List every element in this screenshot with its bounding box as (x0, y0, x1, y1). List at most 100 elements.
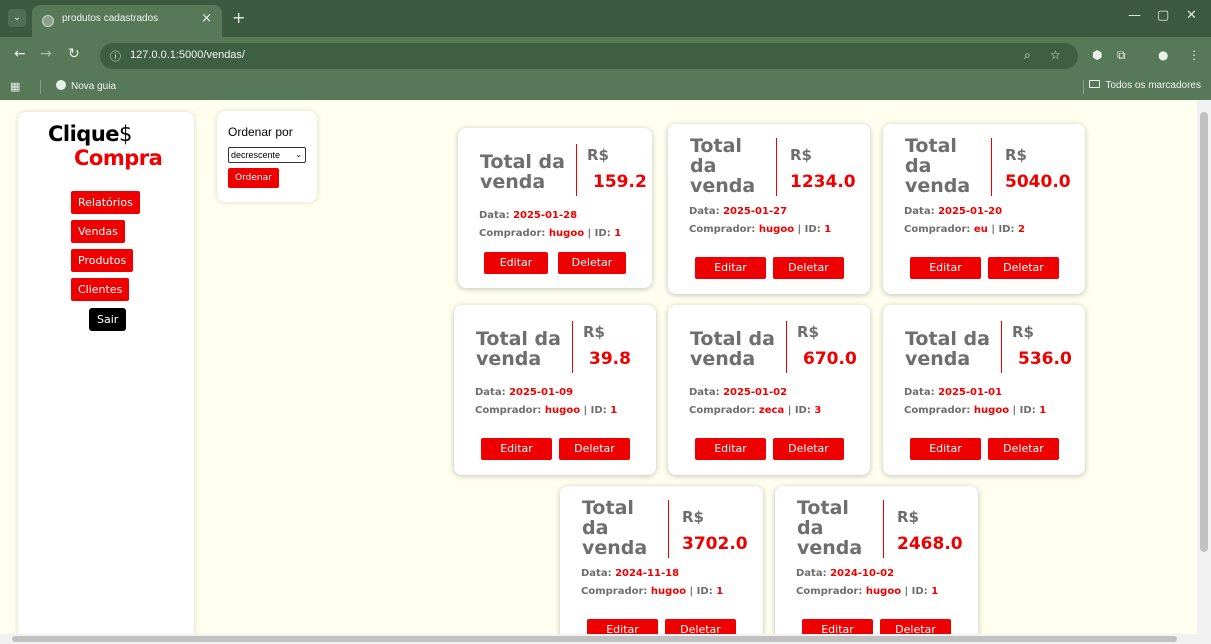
date-value: 2025-01-02 (723, 387, 788, 398)
sale-card-currency: R$ (587, 146, 609, 164)
browser-tabbar: ⌄ produtos cadastrados × + — ▢ ✕ (0, 0, 1211, 37)
forward-icon[interactable]: → (40, 46, 52, 62)
edit-sale-button[interactable]: Editar (910, 438, 981, 460)
menu-kebab-icon[interactable]: ⋮ (1188, 48, 1200, 62)
nav-produtos-button[interactable]: Produtos (71, 249, 134, 272)
sale-card-date: Data: 2025-01-27 (689, 206, 787, 217)
sale-card-value: 670.0 (803, 349, 857, 369)
sale-card-title: Total da venda (480, 151, 565, 193)
buyer-value: hugoo (758, 224, 795, 235)
sort-button[interactable]: Ordenar (228, 168, 279, 188)
extensions-puzzle-icon[interactable]: ⧉ (1117, 48, 1126, 63)
sale-card-title: Total da venda (690, 328, 775, 370)
logout-button[interactable]: Sair (89, 308, 127, 331)
horizontal-scroll-thumb[interactable] (12, 636, 1177, 642)
sale-card: Total da venda R$ 3702.0 Data: 2024-11-18 Co… (560, 486, 763, 634)
date-value: 2025-01-27 (723, 206, 788, 217)
close-window-icon[interactable]: ✕ (1186, 8, 1197, 23)
reload-icon[interactable]: ↻ (68, 46, 80, 62)
profile-avatar-icon[interactable]: ● (1158, 48, 1168, 62)
logo-line1: Clique$ (48, 122, 132, 146)
sale-card-value: 1234.0 (790, 172, 856, 192)
apps-grid-icon[interactable]: ▦ (10, 80, 20, 93)
delete-sale-button[interactable]: Deletar (773, 257, 844, 279)
sort-order-select[interactable]: decrescente ⌄ (228, 147, 306, 163)
sale-card-buyer: Comprador: hugoo | ID: 1 (796, 586, 938, 597)
sale-card-value: 536.0 (1018, 349, 1072, 369)
sale-card-currency: R$ (897, 508, 919, 526)
all-bookmarks[interactable]: Todos os marcadores (1089, 80, 1201, 91)
date-value: 2025-01-20 (938, 206, 1003, 217)
id-value: 1 (614, 228, 622, 239)
sale-card-buyer: Comprador: zeca | ID: 3 (689, 405, 821, 416)
sale-card-buyer: Comprador: hugoo | ID: 1 (475, 405, 617, 416)
tab-favicon-icon (42, 15, 54, 27)
id-label: | ID: (587, 228, 611, 239)
tab-search-icon[interactable]: ⌄ (8, 9, 26, 27)
minimize-icon[interactable]: — (1128, 8, 1141, 23)
id-value: 1 (716, 586, 724, 597)
sale-card: Total da venda R$ 2468.0 Data: 2024-10-02 Co… (775, 486, 978, 634)
browser-tab[interactable]: produtos cadastrados × (32, 5, 222, 37)
delete-sale-button[interactable]: Deletar (988, 438, 1059, 460)
buyer-label: Comprador: (689, 405, 756, 416)
vertical-scroll-thumb[interactable] (1200, 112, 1208, 552)
back-icon[interactable]: ← (14, 46, 26, 62)
sort-label: Ordenar por (228, 125, 293, 139)
sale-card-divider (776, 138, 777, 196)
sale-card-currency: R$ (583, 323, 605, 341)
delete-sale-button[interactable]: Deletar (880, 619, 951, 634)
nav-vendas-button[interactable]: Vendas (71, 220, 125, 243)
new-tab-icon[interactable]: + (232, 8, 245, 27)
bookmark-star-icon[interactable]: ☆ (1050, 48, 1061, 62)
site-info-icon[interactable]: ⓘ (110, 48, 121, 64)
sale-card-title: Total da venda (582, 497, 648, 559)
date-label: Data: (904, 206, 935, 217)
sale-card-date: Data: 2024-10-02 (796, 568, 894, 579)
edit-sale-button[interactable]: Editar (695, 257, 766, 279)
edit-sale-button[interactable]: Editar (484, 252, 548, 274)
id-label: | ID: (991, 224, 1015, 235)
address-bar[interactable]: ⓘ 127.0.0.1:5000/vendas/ ⌕ ☆ (100, 43, 1078, 69)
delete-sale-button[interactable]: Deletar (558, 252, 626, 274)
bookmark-item-label: Nova guia (71, 81, 117, 92)
tab-close-icon[interactable]: × (201, 11, 212, 26)
zoom-icon[interactable]: ⌕ (1024, 48, 1031, 63)
sale-card-title: Total da venda (690, 135, 756, 197)
sale-card-value: 39.8 (589, 349, 631, 369)
delete-sale-button[interactable]: Deletar (665, 619, 736, 634)
sort-panel: Ordenar por decrescente ⌄ Ordenar (217, 111, 317, 202)
folder-icon (1089, 80, 1101, 88)
id-label: | ID: (787, 405, 811, 416)
edit-sale-button[interactable]: Editar (910, 257, 981, 279)
edit-sale-button[interactable]: Editar (802, 619, 873, 634)
sale-card-currency: R$ (682, 508, 704, 526)
logo: Clique$ Compra (48, 122, 178, 172)
sale-card-divider (572, 321, 573, 373)
extension-icon[interactable]: ⬢ (1092, 48, 1102, 62)
date-value: 2025-01-01 (938, 387, 1003, 398)
id-value: 2 (1017, 224, 1025, 235)
delete-sale-button[interactable]: Deletar (773, 438, 844, 460)
buyer-label: Comprador: (479, 228, 546, 239)
sale-card: Total da venda R$ 1234.0 Data: 2025-01-27 Co… (668, 124, 870, 294)
edit-sale-button[interactable]: Editar (695, 438, 766, 460)
browser-toolbar: ← → ↻ ⓘ 127.0.0.1:5000/vendas/ ⌕ ☆ ⬢ ⧉ ●… (0, 37, 1211, 75)
sale-card-date: Data: 2025-01-20 (904, 206, 1002, 217)
horizontal-scrollbar[interactable] (0, 634, 1211, 644)
buyer-label: Comprador: (581, 586, 648, 597)
restore-icon[interactable]: ▢ (1157, 8, 1169, 23)
vertical-scrollbar[interactable] (1197, 100, 1211, 634)
buyer-value: eu (973, 224, 988, 235)
delete-sale-button[interactable]: Deletar (988, 257, 1059, 279)
sale-card-divider (786, 321, 787, 373)
delete-sale-button[interactable]: Deletar (559, 438, 630, 460)
edit-sale-button[interactable]: Editar (481, 438, 552, 460)
edit-sale-button[interactable]: Editar (587, 619, 658, 634)
bookmark-item[interactable]: Nova guia (56, 80, 116, 92)
nav-relatorios-button[interactable]: Relatórios (71, 191, 140, 214)
id-label: | ID: (1012, 405, 1036, 416)
buyer-label: Comprador: (796, 586, 863, 597)
nav-clientes-button[interactable]: Clientes (71, 278, 130, 301)
sale-card-date: Data: 2025-01-28 (479, 210, 577, 221)
